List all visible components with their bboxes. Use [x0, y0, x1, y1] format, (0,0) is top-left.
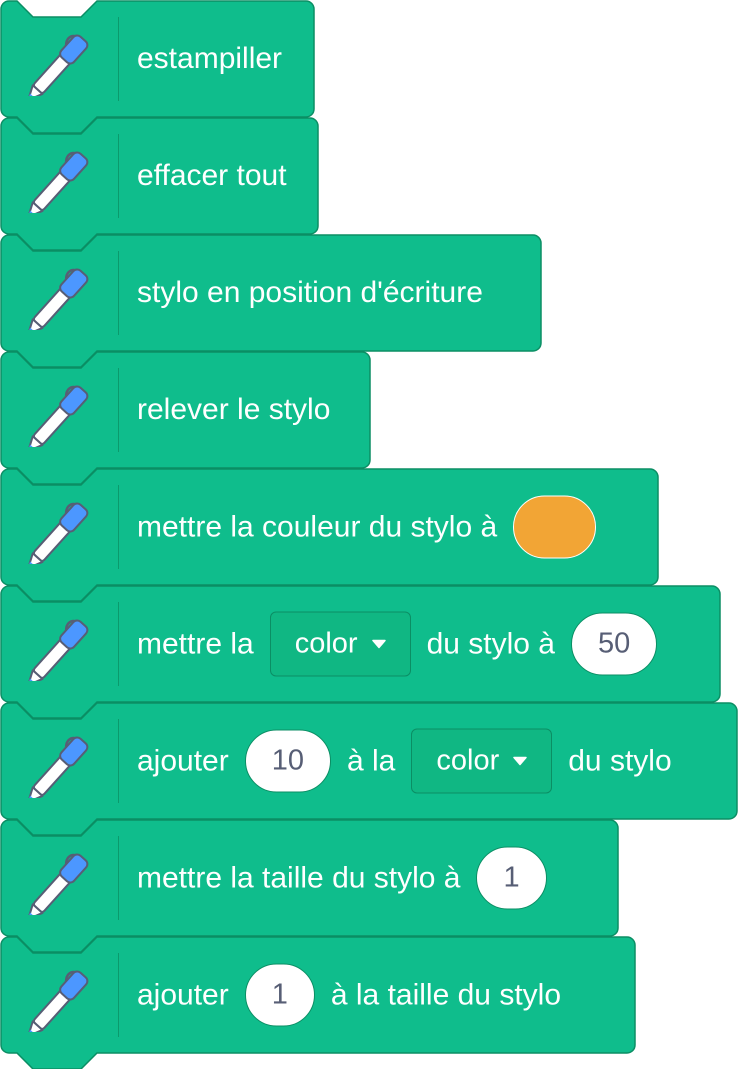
block-content: mettre la color du stylo à 50: [137, 611, 658, 677]
number-input[interactable]: 50: [571, 612, 658, 676]
block-label: effacer tout: [137, 159, 287, 192]
block-set-pen-param-to[interactable]: mettre la color du stylo à 50: [0, 585, 721, 719]
pen-icon: [27, 151, 89, 213]
pen-blocks-stack: estampiller effacer tout stylo en position…: [0, 0, 740, 1069]
block-label: à la taille du stylo: [330, 978, 562, 1011]
block-pen-down[interactable]: stylo en position d'écriture: [0, 234, 542, 368]
pen-icon: [27, 502, 89, 564]
block-content: stylo en position d'écriture: [137, 276, 483, 310]
block-content: effacer tout: [137, 159, 287, 193]
block-content: estampiller: [137, 42, 282, 76]
block-content: mettre la taille du stylo à 1: [137, 846, 547, 910]
block-label: du stylo: [568, 744, 672, 777]
icon-separator: [118, 134, 119, 218]
block-content: ajouter 1 à la taille du stylo: [137, 963, 562, 1027]
pen-icon: [27, 34, 89, 96]
icon-separator: [118, 485, 119, 569]
block-label: estampiller: [137, 42, 283, 75]
block-clear[interactable]: effacer tout: [0, 117, 319, 251]
color-swatch-input[interactable]: [513, 495, 597, 559]
block-change-pen-size-by[interactable]: ajouter 1 à la taille du stylo: [0, 936, 636, 1069]
number-input[interactable]: 10: [244, 729, 331, 793]
block-stamp[interactable]: estampiller: [0, 0, 315, 134]
icon-separator: [118, 602, 119, 686]
icon-separator: [118, 368, 119, 452]
block-change-pen-param-by[interactable]: ajouter 10 à la color du stylo: [0, 702, 738, 836]
block-label: ajouter: [137, 978, 229, 1011]
pen-icon: [27, 736, 89, 798]
block-set-pen-size-to[interactable]: mettre la taille du stylo à 1: [0, 819, 619, 953]
dropdown-value: color: [294, 627, 358, 660]
pen-icon: [27, 385, 89, 447]
block-content: relever le stylo: [137, 393, 330, 427]
caret-down-icon: [371, 639, 386, 649]
block-label: à la: [347, 744, 396, 777]
pen-icon: [27, 268, 89, 330]
block-set-pen-color-to[interactable]: mettre la couleur du stylo à: [0, 468, 659, 602]
icon-separator: [118, 836, 119, 920]
block-label: ajouter: [137, 744, 229, 777]
block-content: mettre la couleur du stylo à: [137, 495, 597, 559]
pen-icon: [27, 853, 89, 915]
block-label: stylo en position d'écriture: [137, 276, 483, 309]
icon-separator: [118, 719, 119, 803]
block-label: mettre la couleur du stylo à: [137, 510, 498, 543]
param-dropdown[interactable]: color: [411, 728, 553, 794]
pen-icon: [27, 619, 89, 681]
block-label: relever le stylo: [137, 393, 331, 426]
number-input[interactable]: 1: [476, 846, 547, 910]
param-dropdown[interactable]: color: [269, 611, 411, 677]
block-label: mettre la: [137, 627, 254, 660]
icon-separator: [118, 953, 119, 1037]
block-content: ajouter 10 à la color du stylo: [137, 728, 672, 794]
caret-down-icon: [513, 756, 527, 766]
pen-icon: [27, 970, 89, 1032]
dropdown-value: color: [436, 744, 500, 777]
block-pen-up[interactable]: relever le stylo: [0, 351, 371, 485]
icon-separator: [118, 251, 119, 335]
icon-separator: [118, 17, 119, 101]
number-input[interactable]: 1: [244, 963, 315, 1027]
block-label: mettre la taille du stylo à: [137, 861, 461, 894]
block-label: du stylo à: [426, 627, 555, 660]
